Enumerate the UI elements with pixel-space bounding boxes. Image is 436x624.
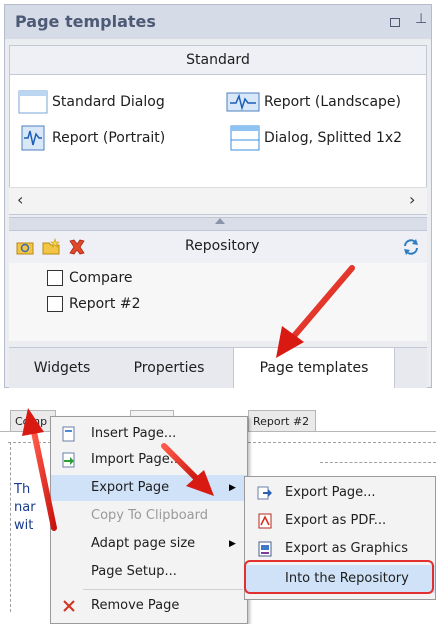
annotation-arrows — [22, 265, 355, 531]
arrow-annotation — [161, 443, 214, 496]
arrow-annotation — [276, 265, 355, 358]
arrow-annotation — [22, 408, 57, 531]
